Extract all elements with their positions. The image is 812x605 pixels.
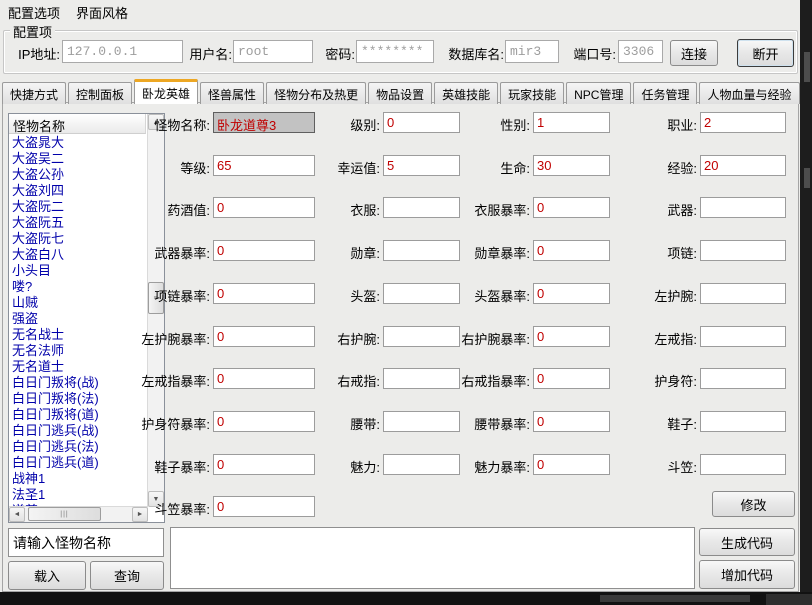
weapon-drop-rate-label: 武器暴率: — [63, 243, 210, 262]
query-button[interactable]: 查询 — [90, 561, 164, 590]
monster-list-header-label: 怪物名称 — [13, 119, 65, 134]
port-label: 端口号: — [561, 44, 616, 63]
charm-label: 魅力: — [233, 457, 380, 476]
monster-list-item[interactable]: 小头目 — [9, 263, 148, 279]
tab-task-management[interactable]: 任务管理 — [633, 82, 697, 104]
rank-label: 级别: — [233, 115, 380, 134]
exp-input[interactable]: 20 — [700, 155, 786, 176]
necklace-input[interactable] — [700, 240, 786, 261]
connect-button[interactable]: 连接 — [670, 40, 718, 66]
helmet-drop-rate-label: 头盔暴率: — [383, 286, 530, 305]
helmet-label: 头盔: — [233, 286, 380, 305]
tab-item-settings[interactable]: 物品设置 — [368, 82, 432, 104]
exp-label: 经验: — [550, 158, 697, 177]
username-field[interactable]: root — [233, 40, 313, 63]
weapon-input[interactable] — [700, 197, 786, 218]
right-bracelet-drop-rate-label: 右护腕暴率: — [383, 329, 530, 348]
charm-drop-rate-label: 魅力暴率: — [383, 457, 530, 476]
hat-drop-rate-input[interactable]: 0 — [213, 496, 315, 517]
password-field[interactable]: ******** — [356, 40, 434, 63]
right-bracelet-label: 右护腕: — [233, 329, 380, 348]
hp-label: 生命: — [383, 158, 530, 177]
luck-label: 幸运值: — [233, 158, 380, 177]
menu-interface-style[interactable]: 界面风格 — [68, 0, 136, 24]
job-input[interactable]: 2 — [700, 112, 786, 133]
job-label: 职业: — [550, 115, 697, 134]
hat-input[interactable] — [700, 454, 786, 475]
monster-list-items: 大盗晁大大盗吴二大盗公孙大盗刘四大盗阮二大盗阮五大盗阮七大盗白八小头目喽?山贼强… — [9, 135, 148, 507]
app-window: 配置选项界面风格 配置项 IP地址:127.0.0.1 用户名:root密码:**… — [0, 0, 800, 592]
database-name-field[interactable]: mir3 — [505, 40, 559, 63]
tab-character-hp-exp[interactable]: 人物血量与经验 — [699, 82, 799, 104]
monster-list-item[interactable]: 白日门叛将(法) — [9, 391, 148, 407]
tab-npc-management[interactable]: NPC管理 — [566, 82, 631, 104]
code-output-area[interactable] — [170, 527, 695, 589]
amulet-label: 护身符: — [550, 371, 697, 390]
menu-config-options[interactable]: 配置选项 — [0, 0, 68, 24]
ip-address-label: IP地址: — [8, 44, 60, 63]
belt-drop-rate-label: 腰带暴率: — [383, 414, 530, 433]
username-label: 用户名: — [188, 44, 232, 63]
amulet-drop-rate-label: 护身符暴率: — [63, 414, 210, 433]
monster-name-input[interactable] — [8, 528, 164, 557]
tab-player-skills[interactable]: 玩家技能 — [500, 82, 564, 104]
left-ring-label: 左戒指: — [550, 329, 697, 348]
background-window-bottom-edge — [0, 592, 812, 605]
tab-monster-distribution-hotupdate[interactable]: 怪物分布及热更 — [266, 82, 366, 104]
right-ring-label: 右戒指: — [233, 371, 380, 390]
tab-bar: 快捷方式控制面板卧龙英雄怪兽属性怪物分布及热更物品设置英雄技能玩家技能NPC管理… — [2, 80, 800, 103]
belt-label: 腰带: — [233, 414, 380, 433]
gender-label: 性别: — [383, 115, 530, 134]
tab-hero-skills[interactable]: 英雄技能 — [434, 82, 498, 104]
tab-shortcut-mode[interactable]: 快捷方式 — [2, 82, 66, 104]
monster-list-item[interactable]: 强盗 — [9, 311, 148, 327]
tab-control-panel[interactable]: 控制面板 — [68, 82, 132, 104]
monster-list-item[interactable]: 白日门逃兵(法) — [9, 439, 148, 455]
database-name-label: 数据库名: — [436, 44, 504, 63]
ip-address-field[interactable]: 127.0.0.1 — [62, 40, 183, 63]
medal-label: 勋章: — [233, 243, 380, 262]
tab-wolong-hero[interactable]: 卧龙英雄 — [134, 79, 198, 104]
background-window-right-edge — [800, 0, 812, 605]
port-field[interactable]: 3306 — [618, 40, 663, 63]
password-label: 密码: — [315, 44, 355, 63]
hat-drop-rate-label: 斗笠暴率: — [63, 499, 210, 518]
tab-monster-attributes[interactable]: 怪兽属性 — [200, 82, 264, 104]
left-bracelet-label: 左护腕: — [550, 286, 697, 305]
monster-list-item[interactable]: 大盗晁大 — [9, 135, 148, 151]
right-ring-drop-rate-label: 右戒指暴率: — [383, 371, 530, 390]
clothes-label: 衣服: — [233, 200, 380, 219]
necklace-drop-rate-label: 项链暴率: — [63, 286, 210, 305]
load-button[interactable]: 载入 — [8, 561, 86, 590]
shoes-drop-rate-label: 鞋子暴率: — [63, 457, 210, 476]
shoes-input[interactable] — [700, 411, 786, 432]
modify-button[interactable]: 修改 — [712, 491, 795, 517]
left-bracelet-drop-rate-label: 左护腕暴率: — [63, 329, 210, 348]
monster-list-item[interactable]: 大盗刘四 — [9, 183, 148, 199]
amulet-input[interactable] — [700, 368, 786, 389]
clothes-drop-rate-label: 衣服暴率: — [383, 200, 530, 219]
left-ring-drop-rate-label: 左戒指暴率: — [63, 371, 210, 390]
weapon-label: 武器: — [550, 200, 697, 219]
medal-drop-rate-label: 勋章暴率: — [383, 243, 530, 262]
potion-value-label: 药酒值: — [63, 200, 210, 219]
left-ring-input[interactable] — [700, 326, 786, 347]
generate-code-button[interactable]: 生成代码 — [699, 528, 795, 556]
add-code-button[interactable]: 增加代码 — [699, 560, 795, 589]
disconnect-button[interactable]: 断开 — [737, 39, 794, 67]
necklace-label: 项链: — [550, 243, 697, 262]
monster-name-label: 怪物名称: — [63, 115, 210, 134]
left-bracelet-input[interactable] — [700, 283, 786, 304]
config-groupbox-title: 配置项 — [10, 22, 55, 41]
menu-bar: 配置选项界面风格 — [0, 0, 800, 22]
shoes-label: 鞋子: — [550, 414, 697, 433]
hat-label: 斗笠: — [550, 457, 697, 476]
level-label: 等级: — [63, 158, 210, 177]
scroll-left-icon[interactable]: ◄ — [9, 507, 25, 522]
